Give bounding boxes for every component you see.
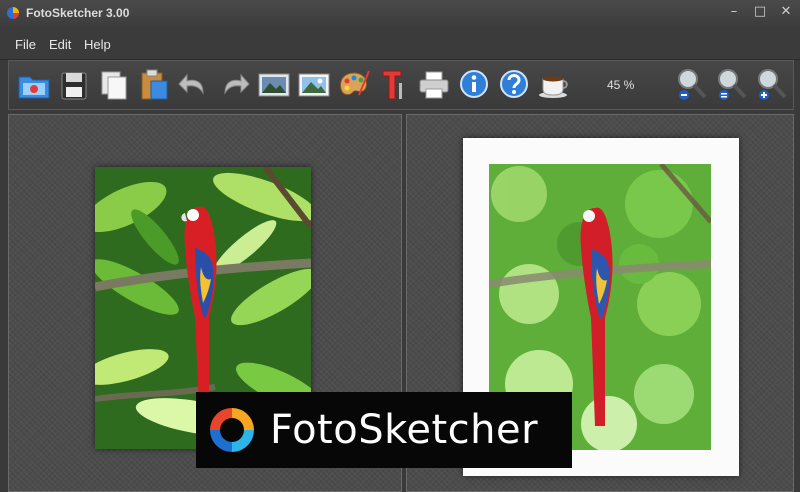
zoom-level: 45 % (607, 78, 635, 92)
open-button[interactable] (15, 65, 53, 105)
paste-icon (141, 69, 168, 100)
original-image-icon (258, 73, 290, 97)
maximize-button[interactable]: □ (752, 4, 768, 20)
open-icon (18, 76, 50, 99)
palette-button[interactable] (335, 65, 373, 105)
window-title: FotoSketcher 3.00 (26, 6, 130, 20)
result-image-icon (298, 73, 330, 97)
app-icon (7, 7, 19, 19)
redo-button[interactable] (215, 65, 253, 105)
copy-icon (101, 71, 127, 100)
undo-button[interactable] (175, 65, 213, 105)
text-button[interactable] (375, 65, 413, 105)
zoom-fit-icon (718, 69, 747, 100)
info-button[interactable] (455, 65, 493, 105)
menu-file[interactable]: File (15, 37, 36, 52)
zoom-fit-button[interactable] (713, 65, 751, 105)
menu-help[interactable]: Help (84, 37, 111, 52)
paste-button[interactable] (135, 65, 173, 105)
coffee-icon (539, 76, 568, 98)
zoom-in-button[interactable] (753, 65, 791, 105)
undo-icon (178, 73, 204, 95)
title-bar: FotoSketcher 3.00 – □ ✕ (0, 0, 800, 28)
toolbar: 45 % (8, 60, 794, 110)
donate-button[interactable] (535, 65, 573, 105)
zoom-in-icon (758, 69, 787, 100)
copy-button[interactable] (95, 65, 133, 105)
palette-icon (340, 70, 370, 96)
help-button[interactable] (495, 65, 533, 105)
save-button[interactable] (55, 65, 93, 105)
zoom-out-button[interactable] (673, 65, 711, 105)
fotosketcher-logo-icon (210, 408, 254, 452)
menu-edit[interactable]: Edit (49, 37, 71, 52)
help-icon (500, 70, 528, 98)
original-image-button[interactable] (255, 65, 293, 105)
save-icon (61, 72, 87, 100)
brand-name: FotoSketcher (270, 407, 539, 453)
info-icon (460, 70, 488, 98)
result-image-button[interactable] (295, 65, 333, 105)
close-button[interactable]: ✕ (778, 4, 794, 20)
brand-banner: FotoSketcher (196, 392, 572, 468)
print-button[interactable] (415, 65, 453, 105)
zoom-out-icon (678, 69, 707, 100)
print-icon (419, 71, 449, 99)
menu-bar: File Edit Help (0, 28, 800, 60)
minimize-button[interactable]: – (726, 4, 742, 20)
text-icon (382, 70, 402, 100)
redo-icon (224, 73, 250, 95)
